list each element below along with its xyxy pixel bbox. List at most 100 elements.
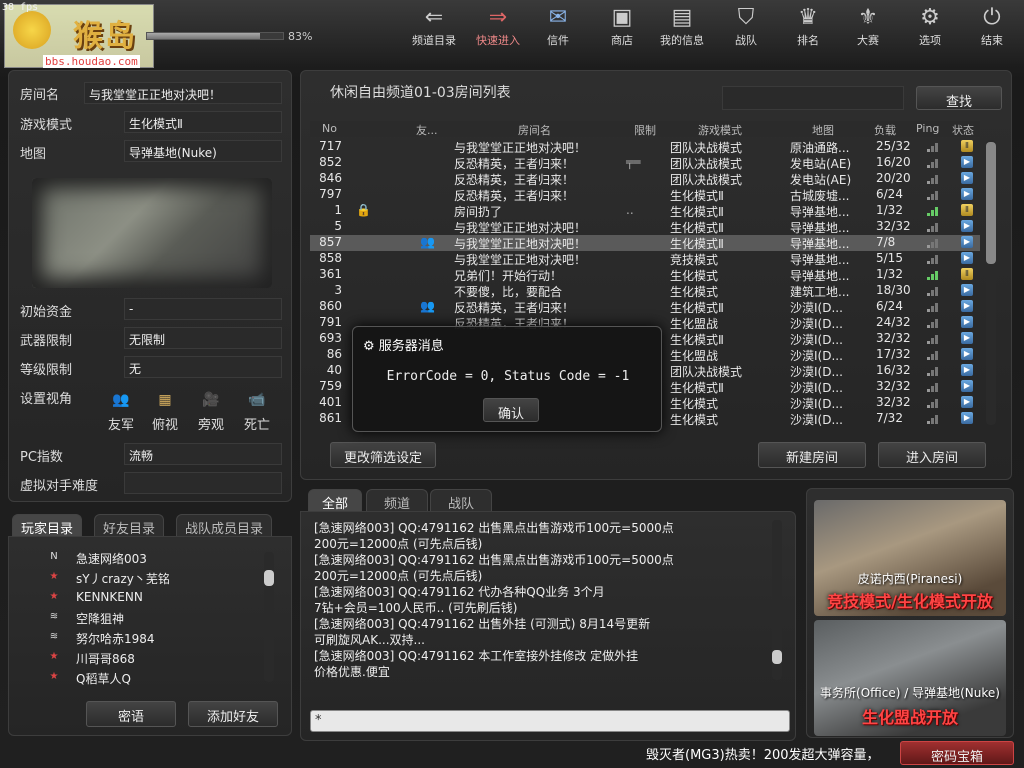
- room-number: 791: [319, 315, 342, 329]
- header-no[interactable]: No: [322, 122, 337, 135]
- promo-banner-office-nuke[interactable]: 事务所(Office) / 导弹基地(Nuke) 生化盟战开放: [814, 620, 1006, 736]
- room-map: 沙漠Ⅰ(D...: [790, 381, 843, 395]
- power-icon: ⏻: [983, 5, 1001, 30]
- room-game-mode: 生化模式Ⅱ: [670, 381, 724, 395]
- tab-clan-members[interactable]: 战队成员目录: [176, 514, 273, 537]
- header-load[interactable]: 负载: [874, 122, 896, 138]
- room-map: 建筑工地...: [790, 285, 850, 299]
- rank-icon: N: [50, 551, 58, 562]
- room-row[interactable]: 852 反恐精英，王者归来！ 团队决战模式 发电站(AE) 16/20 ╤═ ▶: [310, 155, 980, 171]
- room-row[interactable]: 860 反恐精英，王者归来！ 生化模式Ⅱ 沙漠Ⅰ(D... 6/24 👥 ▶: [310, 299, 980, 315]
- player-list-scroll-thumb[interactable]: [264, 570, 274, 586]
- ai-difficulty-value: [124, 472, 282, 494]
- player-list-item[interactable]: 川哥哥868: [76, 650, 135, 667]
- nav-options-button[interactable]: ⚙ 选项: [900, 4, 960, 50]
- room-row[interactable]: 717 与我堂堂正正地对决吧！ 团队决战模式 原油通路... 25/32 Ⅱ: [310, 139, 980, 155]
- dialog-ok-button[interactable]: 确认: [483, 398, 539, 422]
- room-load: 24/32: [876, 315, 911, 329]
- tab-chat-all[interactable]: 全部: [308, 489, 362, 512]
- nav-shop-button[interactable]: ▣ 商店: [592, 4, 652, 50]
- nav-mail-button[interactable]: ✉ 信件: [528, 4, 588, 50]
- room-game-mode: 团队决战模式: [670, 365, 743, 379]
- enter-room-button[interactable]: 进入房间: [878, 442, 986, 468]
- change-filter-button[interactable]: 更改筛选设定: [330, 442, 436, 468]
- death-camera-icon: 📹: [248, 392, 266, 408]
- tab-chat-channel[interactable]: 频道: [366, 489, 428, 512]
- header-status[interactable]: 状态: [952, 122, 974, 138]
- player-list-item[interactable]: Q稻草人Q: [76, 670, 131, 687]
- room-search-input[interactable]: [722, 86, 904, 110]
- room-name: 与我堂堂正正地对决吧！: [454, 221, 587, 235]
- room-row[interactable]: 5 与我堂堂正正地对决吧！ 生化模式Ⅱ 导弹基地... 32/32 ▶: [310, 219, 980, 235]
- nav-clan-button[interactable]: ⛉ 战队: [716, 4, 776, 50]
- room-game-mode: 生化盟战: [670, 349, 719, 363]
- room-map: 沙漠Ⅰ(D...: [790, 413, 843, 427]
- room-list-scroll-thumb[interactable]: [986, 142, 996, 264]
- ping-bars-icon: [927, 174, 941, 184]
- promo-headline: 生化盟战开放: [861, 708, 958, 727]
- nav-channel-list-button[interactable]: ⇐ 频道目录: [404, 4, 464, 50]
- room-load: 16/32: [876, 363, 911, 377]
- room-row[interactable]: 858 与我堂堂正正地对决吧！ 竞技模式 导弹基地... 5/15 ▶: [310, 251, 980, 267]
- promo-banner-piranesi[interactable]: 皮诺内西(Piranesi) 竞技模式/生化模式开放: [814, 500, 1006, 616]
- room-row[interactable]: 1 房间扔了 生化模式Ⅱ 导弹基地... 1/32 🔒.. Ⅱ: [310, 203, 980, 219]
- nav-exit-button[interactable]: ⏻ 结束: [962, 4, 1022, 50]
- room-row[interactable]: 3 不要傻，比，要配合 生化模式 建筑工地... 18/30 ▶: [310, 283, 980, 299]
- player-list-item[interactable]: KENNKENN: [76, 590, 143, 604]
- header-friend[interactable]: 友...: [416, 122, 438, 138]
- room-map: 发电站(AE): [790, 157, 852, 171]
- room-load: 32/32: [876, 395, 911, 409]
- topdown-view-icon: ▦: [158, 392, 172, 408]
- nav-ranking-button[interactable]: ♛ 排名: [778, 4, 838, 50]
- player-list-item[interactable]: 急速网络003: [76, 550, 147, 567]
- chat-scroll-thumb[interactable]: [772, 650, 782, 664]
- password-chest-button[interactable]: 密码宝箱: [900, 741, 1014, 765]
- room-load: 5/15: [876, 251, 903, 265]
- arrow-left-icon: ⇐: [424, 5, 444, 30]
- nav-my-info-button[interactable]: ▤ 我的信息: [652, 4, 712, 50]
- room-row[interactable]: 797 反恐精英，王者归来！ 生化模式Ⅱ 古城废墟... 6/24 ▶: [310, 187, 980, 203]
- player-list-item[interactable]: sY丿crazy丶芜铭: [76, 570, 170, 587]
- nav-quick-join-button[interactable]: ⇒ 快速进入: [468, 4, 528, 50]
- header-game-mode[interactable]: 游戏模式: [698, 122, 742, 138]
- chat-message: 价格优惠.便宜: [314, 665, 390, 679]
- search-button[interactable]: 查找: [916, 86, 1002, 110]
- ping-bars-icon: [927, 206, 941, 216]
- room-map: 原油通路...: [790, 141, 850, 155]
- whisper-button[interactable]: 密语: [86, 701, 176, 727]
- header-room-name[interactable]: 房间名: [518, 122, 551, 138]
- room-load: 16/20: [876, 155, 911, 169]
- add-friend-button[interactable]: 添加好友: [188, 701, 278, 727]
- rank-icon: ★: [49, 671, 59, 682]
- room-row[interactable]: 846 反恐精英，王者归来！ 团队决战模式 发电站(AE) 20/20 ▶: [310, 171, 980, 187]
- room-game-mode: 生化模式Ⅱ: [670, 221, 724, 235]
- player-list-item[interactable]: 努尔哈赤1984: [76, 630, 155, 647]
- steam-icon: ⚙: [363, 339, 379, 354]
- ping-bars-icon: [927, 238, 941, 248]
- header-limit[interactable]: 限制: [634, 122, 656, 138]
- header-ping[interactable]: Ping: [916, 122, 939, 135]
- create-room-button[interactable]: 新建房间: [758, 442, 866, 468]
- room-load: 1/32: [876, 203, 903, 217]
- tab-friend-list[interactable]: 好友目录: [94, 514, 165, 537]
- room-row[interactable]: 361 兄弟们！开始行动！ 生化模式 导弹基地... 1/32 Ⅱ: [310, 267, 980, 283]
- room-name: 与我堂堂正正地对决吧！: [454, 253, 587, 267]
- level-limit-label: 等级限制: [20, 363, 73, 378]
- map-value: 导弹基地(Nuke): [124, 140, 282, 162]
- header-map[interactable]: 地图: [812, 122, 834, 138]
- room-number: 3: [334, 283, 342, 297]
- room-name: 反恐精英，王者归来！: [454, 173, 575, 187]
- ping-bars-icon: [927, 334, 941, 344]
- chat-message: [急速网络003] QQ:4791162 本工作室接外挂修改 定做外挂: [314, 649, 639, 663]
- chat-input[interactable]: *: [310, 710, 790, 732]
- room-number: 852: [319, 155, 342, 169]
- room-name: 不要傻，比，要配合: [454, 285, 563, 299]
- tab-player-list[interactable]: 玩家目录: [12, 514, 83, 537]
- nav-tournament-button[interactable]: ⚜ 大赛: [838, 4, 898, 50]
- tab-chat-clan[interactable]: 战队: [430, 489, 492, 512]
- chat-message: [急速网络003] QQ:4791162 出售黑点出售游戏币100元=5000点: [314, 521, 674, 535]
- room-map: 导弹基地...: [790, 253, 850, 267]
- player-list-item[interactable]: 空降狙神: [76, 610, 124, 627]
- room-playing-icon: ▶: [961, 236, 973, 248]
- room-row[interactable]: 857 与我堂堂正正地对决吧！ 生化模式Ⅱ 导弹基地... 7/8 👥 ▶: [310, 235, 980, 251]
